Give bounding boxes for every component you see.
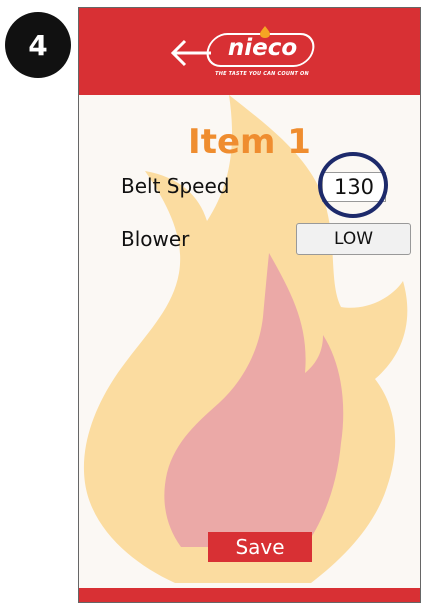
screenshot-page: 4 nieco THE TASTE YOU CAN COUNT ON Item … <box>0 0 436 603</box>
logo-brand-text: nieco <box>227 35 298 61</box>
save-button[interactable]: Save <box>208 532 312 562</box>
save-button-label: Save <box>235 535 285 559</box>
device-screen: nieco THE TASTE YOU CAN COUNT ON Item 1 … <box>78 7 421 603</box>
step-number: 4 <box>28 28 48 62</box>
blower-select[interactable]: LOW <box>296 223 411 255</box>
logo-tagline: THE TASTE YOU CAN COUNT ON <box>215 71 309 77</box>
blower-label: Blower <box>121 227 190 251</box>
header-bar: nieco THE TASTE YOU CAN COUNT ON <box>79 8 420 95</box>
footer-bar <box>79 588 420 602</box>
step-number-badge: 4 <box>5 12 71 78</box>
belt-speed-label: Belt Speed <box>121 174 230 198</box>
blower-value: LOW <box>333 229 374 249</box>
highlight-circle-annotation <box>318 152 388 218</box>
nieco-logo: nieco THE TASTE YOU CAN COUNT ON <box>203 26 318 77</box>
back-button[interactable]: nieco THE TASTE YOU CAN COUNT ON <box>169 26 334 84</box>
